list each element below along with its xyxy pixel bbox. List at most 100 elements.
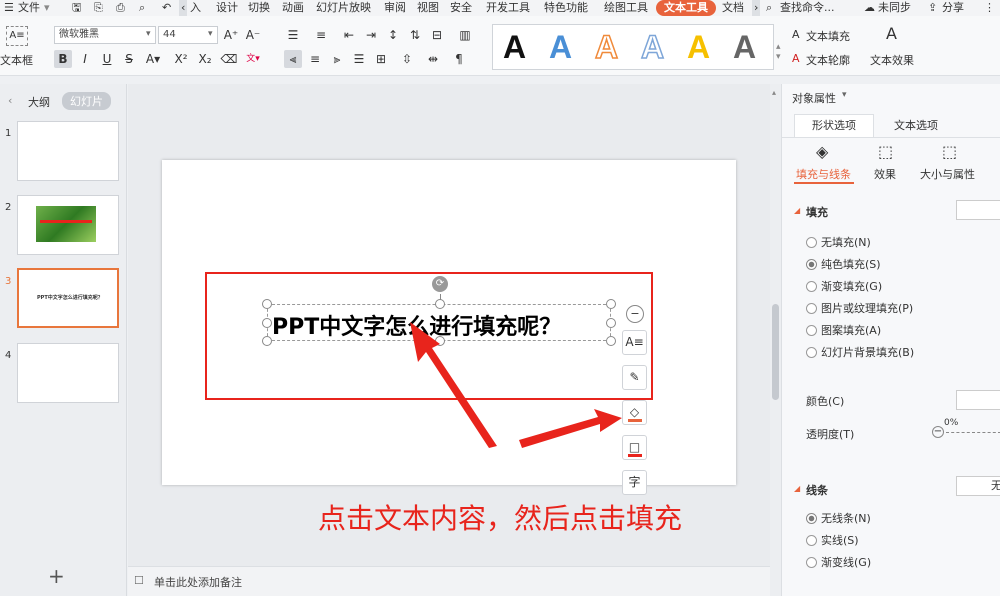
eraser-icon[interactable]: ⌫ — [220, 50, 238, 68]
slide[interactable]: ⟳ PPT中文字怎么进行填充呢？ − A≡ ✎ ◇ □ 字 — [162, 160, 736, 495]
resize-handle[interactable] — [606, 336, 616, 346]
expand-icon[interactable]: ◢ — [794, 206, 800, 215]
bold-button[interactable]: B — [54, 50, 72, 68]
chevron-down-icon[interactable]: ▾ — [146, 29, 151, 39]
tab-insert[interactable]: 入 — [190, 0, 201, 16]
minus-icon[interactable]: − — [932, 426, 944, 438]
text-style-6[interactable]: A — [733, 29, 756, 65]
radio-gradient-fill[interactable]: 渐变填充(G) — [806, 278, 882, 294]
tab-security[interactable]: 安全 — [450, 0, 472, 16]
text-effect-button[interactable]: 文本效果 — [870, 52, 914, 68]
share-button[interactable]: 分享 — [942, 0, 964, 16]
align-text-icon[interactable]: ⊟ — [428, 26, 446, 44]
radio-solid-line[interactable]: 实线(S) — [806, 532, 859, 548]
fill-preview[interactable] — [956, 200, 1000, 220]
tab-view[interactable]: 视图 — [417, 0, 439, 16]
paragraph-icon[interactable]: ¶ — [450, 50, 468, 68]
radio-picture-fill[interactable]: 图片或纹理填充(P) — [806, 300, 913, 316]
pen-icon[interactable]: ✎ — [622, 365, 647, 390]
subtab-effect[interactable]: 效果 — [874, 166, 896, 182]
tab-text-tools[interactable]: 文本工具 — [656, 0, 716, 16]
resize-handle[interactable] — [262, 336, 272, 346]
textbox-icon[interactable]: A≡ — [6, 26, 28, 46]
collapse-minus-icon[interactable]: − — [626, 305, 644, 323]
chevron-down-icon[interactable]: ▾ — [842, 90, 847, 100]
save-icon[interactable]: 🖫 — [72, 0, 81, 16]
slide-thumb-4[interactable] — [17, 343, 119, 403]
scroll-up-icon[interactable]: ▴ — [772, 88, 776, 97]
text-style-float-button[interactable]: A≡ — [622, 330, 647, 355]
distribute-button[interactable]: ⊞ — [372, 50, 390, 68]
search-icon[interactable]: ⌕ — [766, 0, 772, 16]
indent-decrease-icon[interactable]: ⇤ — [340, 26, 358, 44]
indent-increase-icon[interactable]: ⇥ — [362, 26, 380, 44]
align-left-button[interactable]: ⫷ — [284, 50, 302, 68]
slide-thumb-2[interactable] — [17, 195, 119, 255]
resize-handle[interactable] — [262, 299, 272, 309]
radio-icon[interactable] — [806, 303, 817, 314]
slide-thumb-3[interactable]: PPT中文字怎么进行填充呢？ — [17, 268, 119, 328]
command-search[interactable]: 查找命令... — [780, 0, 835, 16]
font-color-button[interactable]: A▾ — [144, 50, 162, 68]
radio-icon[interactable] — [806, 557, 817, 568]
section-line[interactable]: 线条 — [806, 482, 828, 498]
print-icon[interactable]: ⎙ — [116, 0, 125, 16]
underline-button[interactable]: U — [98, 50, 116, 68]
text-style-1[interactable]: A — [503, 29, 526, 65]
text-style-gallery[interactable]: A A A A A A — [492, 24, 774, 70]
align-right-button[interactable]: ⫸ — [328, 50, 346, 68]
radio-gradient-line[interactable]: 渐变线(G) — [806, 554, 871, 570]
subtab-size[interactable]: 大小与属性 — [920, 166, 975, 182]
font-grow-icon[interactable]: A⁺ — [222, 26, 240, 44]
scroll-left-icon[interactable]: ‹ — [179, 0, 188, 16]
text-direction-icon[interactable]: ⇅ — [406, 26, 424, 44]
expand-icon[interactable]: ◢ — [794, 484, 800, 493]
font-name-select[interactable]: 微软雅黑 — [54, 26, 156, 44]
text-style-3[interactable]: A — [594, 28, 619, 66]
radio-no-line[interactable]: 无线条(N) — [806, 510, 871, 526]
tab-transition[interactable]: 切换 — [248, 0, 270, 16]
add-slide-button[interactable]: + — [48, 564, 65, 588]
columns-icon[interactable]: ▥ — [456, 26, 474, 44]
radio-icon[interactable] — [806, 535, 817, 546]
text-style-2[interactable]: A — [549, 29, 572, 65]
tab-animation[interactable]: 动画 — [282, 0, 304, 16]
color-picker[interactable] — [956, 390, 1000, 410]
radio-checked-icon[interactable] — [806, 513, 817, 524]
text-style-4[interactable]: A — [640, 28, 665, 66]
scrollbar[interactable]: ▴ — [770, 84, 781, 596]
tab-review[interactable]: 审阅 — [384, 0, 406, 16]
chevron-down-icon[interactable]: ▾ — [44, 0, 50, 16]
slide-text[interactable]: PPT中文字怎么进行填充呢？ — [272, 309, 561, 341]
section-fill[interactable]: 填充 — [806, 204, 828, 220]
transparency-slider[interactable] — [946, 432, 1000, 433]
resize-handle[interactable] — [606, 318, 616, 328]
text-format-button[interactable]: 字 — [622, 470, 647, 495]
resize-handle[interactable] — [435, 299, 445, 309]
text-spacing-icon[interactable]: ⇹ — [424, 50, 442, 68]
tab-shape-options[interactable]: 形状选项 — [794, 114, 874, 138]
collapse-icon[interactable]: ‹ — [8, 94, 12, 107]
strikethrough-button[interactable]: S — [120, 50, 138, 68]
hamburger-icon[interactable]: ☰ — [4, 0, 14, 16]
gallery-more-icon[interactable]: ▴ ▾ — [776, 42, 781, 62]
tab-slideshow[interactable]: 幻灯片放映 — [316, 0, 371, 16]
tab-text-options[interactable]: 文本选项 — [894, 117, 938, 133]
tab-drawing-tools[interactable]: 绘图工具 — [604, 0, 648, 16]
line-select[interactable]: 无 — [956, 476, 1000, 496]
pane-title[interactable]: 对象属性 — [792, 90, 836, 106]
fill-bucket-icon[interactable]: ◇ — [622, 400, 647, 425]
phonetic-icon[interactable]: 文▾ — [244, 50, 262, 68]
resize-handle[interactable] — [262, 318, 272, 328]
menu-file[interactable]: 文件 — [18, 0, 40, 16]
radio-icon[interactable] — [806, 347, 817, 358]
radio-icon[interactable] — [806, 325, 817, 336]
export-icon[interactable]: ⎘ — [94, 0, 103, 16]
more-icon[interactable]: ⋮ — [984, 0, 995, 16]
line-spacing-icon[interactable]: ↕ — [384, 26, 402, 44]
resize-handle[interactable] — [606, 299, 616, 309]
undo-icon[interactable]: ↶ — [162, 0, 171, 16]
subtab-fill-line[interactable]: 填充与线条 — [796, 166, 851, 182]
radio-background-fill[interactable]: 幻灯片背景填充(B) — [806, 344, 914, 360]
tab-design[interactable]: 设计 — [216, 0, 238, 16]
